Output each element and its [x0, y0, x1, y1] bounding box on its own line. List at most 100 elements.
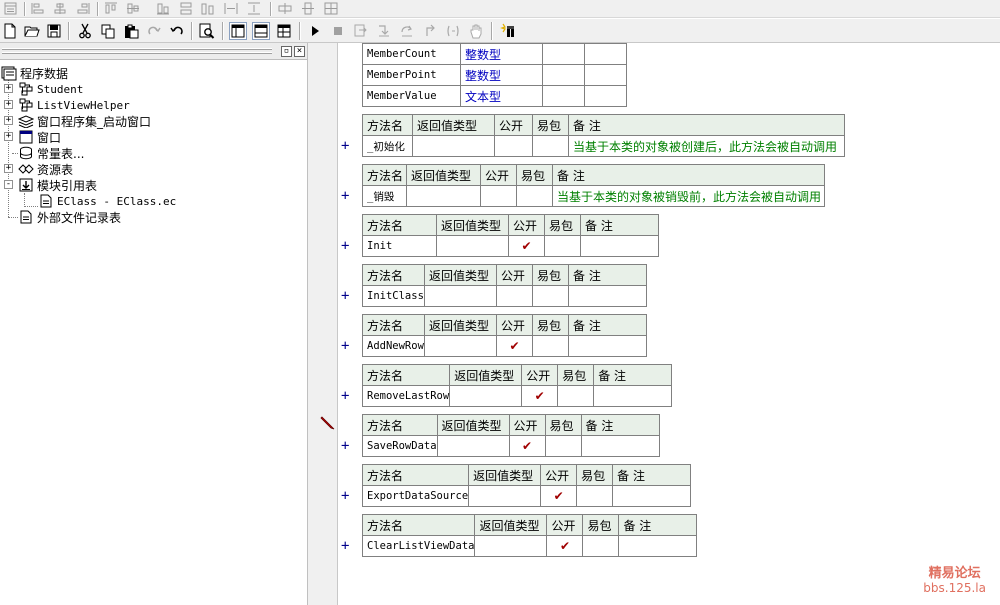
method-easy-pack[interactable]	[557, 385, 595, 407]
step-over-icon[interactable]	[398, 22, 416, 40]
method-remark[interactable]	[568, 335, 647, 357]
center-h-icon[interactable]	[276, 0, 294, 17]
save-icon[interactable]	[45, 22, 63, 40]
method-remark[interactable]: 当基于本类的对象被销毁前，此方法会被自动调用	[552, 185, 825, 207]
public-check-icon[interactable]: ✔	[546, 535, 584, 557]
member-row[interactable]: MemberValue 文本型	[362, 85, 627, 107]
method-remark[interactable]	[612, 485, 692, 507]
method-row[interactable]: ClearListViewData ✔	[361, 535, 698, 557]
tree-item-external-files[interactable]: 外部文件记录表	[18, 209, 121, 225]
stop-icon[interactable]	[329, 22, 347, 40]
method-name[interactable]: Init	[362, 235, 437, 257]
panel-close-icon[interactable]: ×	[294, 46, 305, 57]
spacing-v-icon[interactable]	[245, 0, 263, 17]
expand-icon[interactable]: +	[4, 164, 13, 173]
tree-item-module-refs[interactable]: - 模块引用表	[4, 177, 97, 193]
expand-method-icon[interactable]: +	[341, 339, 351, 353]
expand-method-icon[interactable]: +	[341, 289, 351, 303]
method-name[interactable]: ClearListViewData	[361, 535, 476, 557]
copy-icon[interactable]	[99, 22, 117, 40]
center-v-icon[interactable]	[299, 0, 317, 17]
method-return-type[interactable]	[436, 235, 509, 257]
center-both-icon[interactable]	[322, 0, 340, 17]
expand-method-icon[interactable]: +	[341, 489, 351, 503]
public-check-icon[interactable]: ✔	[521, 385, 559, 407]
run-to-cursor-icon[interactable]	[444, 22, 462, 40]
method-easy-pack[interactable]	[576, 485, 614, 507]
public-check-icon[interactable]: ✔	[508, 435, 546, 457]
method-public[interactable]	[496, 285, 533, 307]
tree-item-constants[interactable]: 常量表...	[18, 145, 84, 161]
method-remark[interactable]	[593, 385, 673, 407]
method-public[interactable]	[494, 135, 533, 157]
method-easy-pack[interactable]	[532, 135, 569, 157]
same-width-icon[interactable]	[199, 0, 217, 17]
method-row[interactable]: Init ✔	[362, 235, 659, 257]
method-row[interactable]: _初始化 当基于本类的对象被创建后，此方法会被自动调用	[362, 135, 845, 157]
expand-method-icon[interactable]: +	[341, 539, 351, 553]
tree-item-window-assembly[interactable]: + 窗口程序集_启动窗口	[4, 113, 151, 129]
expand-icon[interactable]: +	[4, 116, 13, 125]
paste-icon[interactable]	[122, 22, 140, 40]
align-top-icon[interactable]	[102, 0, 120, 17]
method-name[interactable]: _初始化	[362, 135, 413, 157]
cut-icon[interactable]	[76, 22, 94, 40]
align-middle-icon[interactable]	[124, 0, 142, 17]
tree-item-student[interactable]: + Student	[4, 81, 83, 97]
method-return-type[interactable]	[406, 185, 481, 207]
method-return-type[interactable]	[424, 335, 497, 357]
public-check-icon[interactable]: ✔	[540, 485, 578, 507]
align-bottom-icon[interactable]	[154, 0, 172, 17]
method-return-type[interactable]	[436, 435, 510, 457]
method-row[interactable]: SaveRowData ✔	[362, 435, 660, 457]
method-remark[interactable]	[580, 435, 660, 457]
method-remark[interactable]: 当基于本类的对象被创建后，此方法会被自动调用	[568, 135, 845, 157]
collapse-icon[interactable]: -	[4, 180, 13, 189]
method-row[interactable]: InitClass	[362, 285, 647, 307]
spacing-h-icon[interactable]	[222, 0, 240, 17]
align-right-icon[interactable]	[74, 0, 92, 17]
panel-restore-icon[interactable]: ▫	[281, 46, 292, 57]
method-name[interactable]: InitClass	[362, 285, 425, 307]
expand-method-icon[interactable]: +	[341, 239, 351, 253]
hand-icon[interactable]	[467, 22, 485, 40]
public-check-icon[interactable]: ✔	[496, 335, 533, 357]
align-center-icon[interactable]	[51, 0, 69, 17]
expand-method-icon[interactable]: +	[341, 439, 351, 453]
member-row[interactable]: MemberCount 整数型	[362, 43, 627, 65]
find-icon[interactable]	[198, 22, 216, 40]
layout-left-icon[interactable]	[229, 22, 247, 40]
method-public[interactable]	[480, 185, 517, 207]
method-remark[interactable]	[580, 235, 659, 257]
new-file-icon[interactable]	[1, 22, 19, 40]
undo-icon[interactable]	[168, 22, 186, 40]
expand-icon[interactable]: +	[4, 100, 13, 109]
tree-item-resources[interactable]: + 资源表	[4, 161, 73, 177]
step-out-icon[interactable]	[421, 22, 439, 40]
form-icon[interactable]	[1, 0, 19, 17]
step-into-icon[interactable]	[375, 22, 393, 40]
run-icon[interactable]	[306, 22, 324, 40]
method-easy-pack[interactable]	[516, 185, 553, 207]
align-left-icon[interactable]	[29, 0, 47, 17]
redo-icon[interactable]	[145, 22, 163, 40]
method-name[interactable]: SaveRowData	[362, 435, 438, 457]
method-row[interactable]: AddNewRow ✔	[362, 335, 647, 357]
tree-root[interactable]: 程序数据	[1, 65, 68, 81]
step-icon[interactable]	[352, 22, 370, 40]
method-return-type[interactable]	[424, 285, 497, 307]
method-easy-pack[interactable]	[544, 235, 581, 257]
method-row[interactable]: _销毁 当基于本类的对象被销毁前，此方法会被自动调用	[362, 185, 825, 207]
method-return-type[interactable]	[474, 535, 548, 557]
method-name[interactable]: ExportDataSource	[361, 485, 470, 507]
method-row[interactable]: RemoveLastRow ✔	[361, 385, 673, 407]
code-editor[interactable]: MemberCount 整数型 MemberPoint 整数型 MemberVa…	[308, 43, 1000, 605]
debug-icon[interactable]	[499, 22, 517, 40]
tree-item-window[interactable]: + 窗口	[4, 129, 61, 145]
method-return-type[interactable]	[449, 385, 523, 407]
tree-item-listviewhelper[interactable]: + ListViewHelper	[4, 97, 130, 113]
member-row[interactable]: MemberPoint 整数型	[362, 64, 627, 86]
public-check-icon[interactable]: ✔	[508, 235, 545, 257]
method-return-type[interactable]	[468, 485, 542, 507]
method-easy-pack[interactable]	[532, 285, 569, 307]
